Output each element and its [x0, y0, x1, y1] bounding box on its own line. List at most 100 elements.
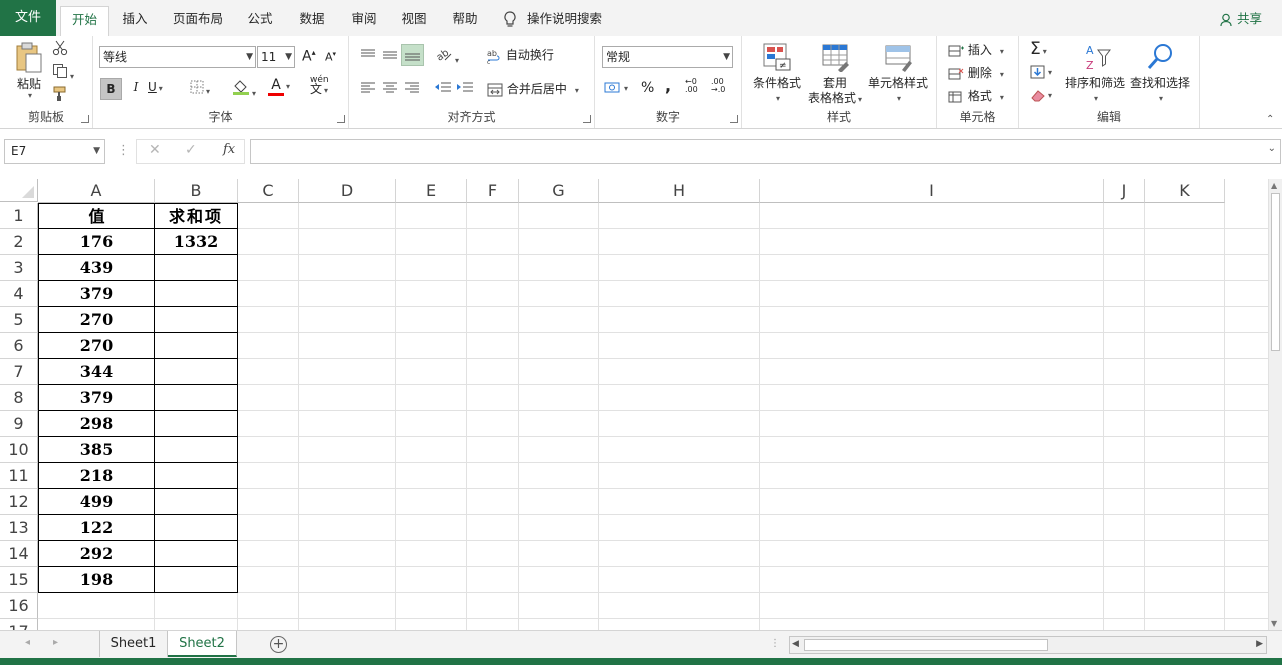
cell-b9[interactable]	[155, 411, 238, 437]
column-header-g[interactable]: G	[519, 179, 599, 203]
cell-b12[interactable]	[155, 489, 238, 515]
cell-a11[interactable]: 218	[38, 463, 155, 489]
cell-b7[interactable]	[155, 359, 238, 385]
cell-b3[interactable]	[155, 255, 238, 281]
formula-input[interactable]: ⌄	[250, 139, 1281, 164]
cell-b13[interactable]	[155, 515, 238, 541]
share-button[interactable]: 共享	[1220, 7, 1262, 31]
tab-split-grip-icon[interactable]: ⋮	[770, 638, 780, 649]
cell-a6[interactable]: 270	[38, 333, 155, 359]
align-center-icon[interactable]	[382, 82, 398, 94]
cut-button[interactable]	[52, 40, 68, 59]
alignment-launcher-icon[interactable]	[583, 115, 591, 123]
cell-a3[interactable]: 439	[38, 255, 155, 281]
clear-button[interactable]: ▾	[1030, 87, 1052, 102]
scroll-right-icon[interactable]: ▶	[1256, 639, 1263, 649]
cell-a4[interactable]: 379	[38, 281, 155, 307]
italic-button[interactable]: I	[128, 80, 144, 94]
accounting-format-button[interactable]: ▾	[604, 80, 628, 95]
tab-help[interactable]: 帮助	[445, 6, 485, 36]
tab-page-layout[interactable]: 页面布局	[167, 6, 229, 36]
format-as-table-button[interactable]: 套用 表格格式 ▾	[806, 42, 864, 107]
expand-formula-icon[interactable]: ⌄	[1268, 143, 1276, 154]
row-header-7[interactable]: 7	[0, 359, 38, 385]
format-cells-button[interactable]: 格式 ▾	[948, 87, 1004, 104]
cell-b1[interactable]: 求和项	[155, 203, 238, 229]
collapse-ribbon-icon[interactable]: ⌃	[1266, 114, 1274, 125]
insert-cells-button[interactable]: 插入 ▾	[948, 41, 1004, 58]
cell-b11[interactable]	[155, 463, 238, 489]
cell-b8[interactable]	[155, 385, 238, 411]
conditional-format-button[interactable]: ≠ 条件格式 ▾	[750, 42, 804, 106]
cell-a12[interactable]: 499	[38, 489, 155, 515]
font-name-combo[interactable]: 等线 ▼	[99, 46, 256, 68]
tab-insert[interactable]: 插入	[115, 6, 155, 36]
scroll-up-icon[interactable]: ▲	[1271, 181, 1277, 190]
font-size-combo[interactable]: 11 ▼	[257, 46, 295, 68]
align-bottom-button[interactable]	[401, 44, 424, 66]
bold-button[interactable]: B	[100, 78, 122, 100]
fill-button[interactable]: ▾	[1030, 64, 1052, 79]
add-sheet-button[interactable]: +	[270, 636, 287, 653]
find-select-button[interactable]: 查找和选择 ▾	[1128, 42, 1192, 106]
column-header-a[interactable]: A	[38, 179, 155, 203]
cell-a5[interactable]: 270	[38, 307, 155, 333]
next-sheet-icon[interactable]: ▸	[53, 637, 58, 648]
name-box[interactable]: E7 ▼	[4, 139, 105, 164]
decrease-decimal-button[interactable]: .00 →.0	[711, 78, 725, 94]
row-header-17[interactable]: 17	[0, 619, 38, 630]
vertical-scrollbar[interactable]: ▲ ▼	[1268, 179, 1282, 630]
sheet-tab-sheet1[interactable]: Sheet1	[99, 631, 168, 657]
worksheet-grid[interactable]: ABCDEFGHIJK 1234567891011121314151617 值1…	[0, 179, 1268, 630]
row-header-14[interactable]: 14	[0, 541, 38, 567]
align-top-icon[interactable]	[360, 48, 376, 62]
underline-button[interactable]: U ▾	[148, 80, 163, 94]
cell-a10[interactable]: 385	[38, 437, 155, 463]
cell-a8[interactable]: 379	[38, 385, 155, 411]
row-header-12[interactable]: 12	[0, 489, 38, 515]
column-header-h[interactable]: H	[599, 179, 760, 203]
row-header-5[interactable]: 5	[0, 307, 38, 333]
tell-me-search[interactable]: 操作说明搜索	[503, 7, 602, 31]
clipboard-launcher-icon[interactable]	[81, 115, 89, 123]
cell-a2[interactable]: 176	[38, 229, 155, 255]
cell-styles-button[interactable]: 单元格样式 ▾	[866, 42, 930, 106]
column-header-j[interactable]: J	[1104, 179, 1145, 203]
cell-b2[interactable]: 1332	[155, 229, 238, 255]
fill-color-button[interactable]: ▾	[232, 78, 256, 99]
font-launcher-icon[interactable]	[337, 115, 345, 123]
font-color-button[interactable]: A ▾	[268, 78, 290, 96]
increase-decimal-button[interactable]: ←0.00	[685, 78, 698, 94]
cell-b4[interactable]	[155, 281, 238, 307]
file-tab[interactable]: 文件	[0, 0, 56, 36]
align-middle-icon[interactable]	[382, 48, 398, 62]
column-header-e[interactable]: E	[396, 179, 467, 203]
column-header-i[interactable]: I	[760, 179, 1104, 203]
comma-button[interactable]: ,	[665, 76, 671, 95]
tab-data[interactable]: 数据	[292, 6, 332, 36]
tab-home[interactable]: 开始	[60, 6, 109, 36]
paste-button[interactable]: 粘贴 ▾	[12, 42, 46, 100]
tab-view[interactable]: 视图	[394, 6, 434, 36]
row-header-8[interactable]: 8	[0, 385, 38, 411]
horizontal-scrollbar[interactable]: ◀ ▶	[789, 636, 1267, 654]
column-header-f[interactable]: F	[467, 179, 519, 203]
cell-a15[interactable]: 198	[38, 567, 155, 593]
percent-button[interactable]: %	[641, 80, 654, 96]
align-right-icon[interactable]	[404, 82, 420, 94]
delete-cells-button[interactable]: 删除 ▾	[948, 64, 1004, 81]
row-header-10[interactable]: 10	[0, 437, 38, 463]
scroll-down-icon[interactable]: ▼	[1271, 619, 1277, 628]
cell-a7[interactable]: 344	[38, 359, 155, 385]
cell-a1[interactable]: 值	[38, 203, 155, 229]
row-header-3[interactable]: 3	[0, 255, 38, 281]
shrink-font-button[interactable]: A▾	[325, 50, 336, 64]
copy-button[interactable]: ▾	[52, 63, 74, 82]
decrease-indent-icon[interactable]	[434, 81, 452, 95]
orientation-button[interactable]: ab ▾	[435, 47, 459, 66]
row-header-4[interactable]: 4	[0, 281, 38, 307]
increase-indent-icon[interactable]	[456, 81, 474, 95]
select-all-button[interactable]	[0, 179, 38, 202]
row-header-2[interactable]: 2	[0, 229, 38, 255]
row-header-15[interactable]: 15	[0, 567, 38, 593]
